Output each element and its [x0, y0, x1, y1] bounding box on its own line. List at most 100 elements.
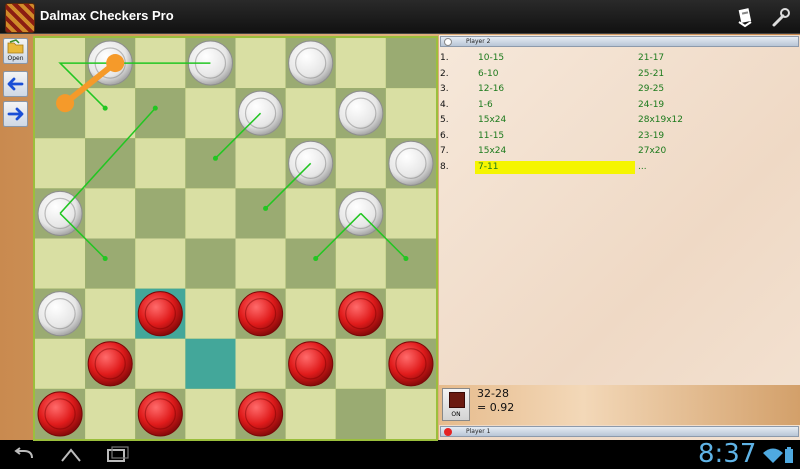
board-square[interactable]: [335, 338, 386, 389]
move-number[interactable]: 4.: [440, 98, 449, 114]
move-row[interactable]: 2. 6-10 25-21: [439, 67, 800, 83]
open-button[interactable]: Open: [3, 38, 28, 64]
red-move[interactable]: 21-17: [638, 51, 664, 67]
red-checker-piece[interactable]: [87, 341, 133, 387]
board-square[interactable]: [385, 388, 436, 439]
back-icon[interactable]: [12, 446, 38, 464]
board-square[interactable]: [285, 88, 336, 139]
red-checker-piece[interactable]: [137, 391, 183, 437]
white-move[interactable]: 11-15: [478, 129, 504, 145]
board-square[interactable]: [35, 238, 86, 289]
white-checker-piece[interactable]: [338, 90, 384, 136]
player-2-color-icon: [444, 38, 452, 46]
move-number[interactable]: 6.: [440, 129, 449, 145]
board-square[interactable]: [235, 338, 286, 389]
board-square[interactable]: [85, 138, 136, 189]
move-row[interactable]: 6. 11-15 23-19: [439, 129, 800, 145]
current-move-highlight: [475, 160, 635, 174]
board-square[interactable]: [285, 188, 336, 239]
move-number[interactable]: 1.: [440, 51, 449, 67]
red-move[interactable]: 27x20: [638, 144, 666, 160]
board-square[interactable]: [385, 38, 436, 89]
tools-icon[interactable]: [733, 6, 757, 28]
board-square[interactable]: [135, 88, 186, 139]
engine-eval-area: ON 32-28 = 0.92: [439, 385, 800, 425]
move-number[interactable]: 3.: [440, 82, 449, 98]
board-square[interactable]: [235, 38, 286, 89]
suggested-move: 32-28: [477, 387, 509, 400]
red-checker-piece[interactable]: [388, 341, 434, 387]
move-row[interactable]: 7. 15x24 27x20: [439, 144, 800, 160]
arrow-left-icon: [7, 77, 24, 91]
wrench-settings-icon[interactable]: [769, 6, 793, 28]
board-square[interactable]: [185, 88, 236, 139]
white-checker-piece[interactable]: [288, 40, 334, 86]
board-square[interactable]: [85, 288, 136, 339]
red-move[interactable]: ...: [638, 160, 647, 176]
white-move[interactable]: 10-15: [478, 51, 504, 67]
board-square[interactable]: [335, 238, 386, 289]
white-move[interactable]: 7-11: [478, 160, 498, 176]
move-row[interactable]: 4. 1-6 24-19: [439, 98, 800, 114]
board-square[interactable]: [335, 138, 386, 189]
board-square[interactable]: [185, 288, 236, 339]
red-move[interactable]: 25-21: [638, 67, 664, 83]
board-square[interactable]: [35, 138, 86, 189]
board-square[interactable]: [235, 238, 286, 289]
red-move[interactable]: 23-19: [638, 129, 664, 145]
board-square[interactable]: [335, 388, 386, 439]
board-square[interactable]: [185, 388, 236, 439]
move-number[interactable]: 2.: [440, 67, 449, 83]
board-square[interactable]: [185, 188, 236, 239]
board-square[interactable]: [285, 288, 336, 339]
board-square[interactable]: [285, 388, 336, 439]
board-square[interactable]: [135, 338, 186, 389]
board-square[interactable]: [335, 38, 386, 89]
move-hint-endpoint: [102, 105, 108, 111]
move-row[interactable]: 3. 12-16 29-25: [439, 82, 800, 98]
board-square[interactable]: [135, 138, 186, 189]
board-square[interactable]: [235, 138, 286, 189]
checkers-board[interactable]: [33, 36, 438, 441]
board-square[interactable]: [135, 188, 186, 239]
red-checker-piece[interactable]: [288, 341, 334, 387]
red-checker-piece[interactable]: [37, 391, 83, 437]
board-square[interactable]: [85, 388, 136, 439]
white-move[interactable]: 1-6: [478, 98, 493, 114]
white-move[interactable]: 6-10: [478, 67, 498, 83]
white-move[interactable]: 15x24: [478, 144, 506, 160]
red-move[interactable]: 29-25: [638, 82, 664, 98]
move-row[interactable]: 8. 7-11...: [439, 160, 800, 176]
move-number[interactable]: 5.: [440, 113, 449, 129]
undo-move-button[interactable]: [3, 71, 28, 97]
move-list[interactable]: 1. 10-15 21-17 2. 6-10 25-21 3. 12-16 29-25 4. 1-6…: [439, 51, 800, 175]
white-checker-piece[interactable]: [37, 291, 83, 337]
red-checker-piece[interactable]: [137, 291, 183, 337]
board-square[interactable]: [85, 188, 136, 239]
move-number[interactable]: 8.: [440, 160, 449, 176]
red-checker-piece[interactable]: [238, 391, 284, 437]
white-move[interactable]: 15x24: [478, 113, 506, 129]
move-row[interactable]: 1. 10-15 21-17: [439, 51, 800, 67]
board-canvas[interactable]: [33, 36, 438, 441]
engine-toggle-label: ON: [451, 411, 461, 418]
board-square[interactable]: [185, 238, 236, 289]
red-move[interactable]: 24-19: [638, 98, 664, 114]
board-square[interactable]: [385, 288, 436, 339]
board-square[interactable]: [185, 338, 236, 389]
move-row[interactable]: 5. 15x24 28x19x12: [439, 113, 800, 129]
board-square[interactable]: [135, 238, 186, 289]
redo-move-button[interactable]: [3, 101, 28, 127]
home-icon[interactable]: [58, 446, 84, 464]
engine-toggle-button[interactable]: ON: [442, 388, 470, 421]
white-checker-piece[interactable]: [388, 140, 434, 186]
recent-apps-icon[interactable]: [104, 446, 130, 464]
board-square[interactable]: [35, 338, 86, 389]
board-square[interactable]: [385, 188, 436, 239]
red-checker-piece[interactable]: [238, 291, 284, 337]
move-number[interactable]: 7.: [440, 144, 449, 160]
board-square[interactable]: [385, 88, 436, 139]
red-move[interactable]: 28x19x12: [638, 113, 683, 129]
white-move[interactable]: 12-16: [478, 82, 504, 98]
red-checker-piece[interactable]: [338, 291, 384, 337]
